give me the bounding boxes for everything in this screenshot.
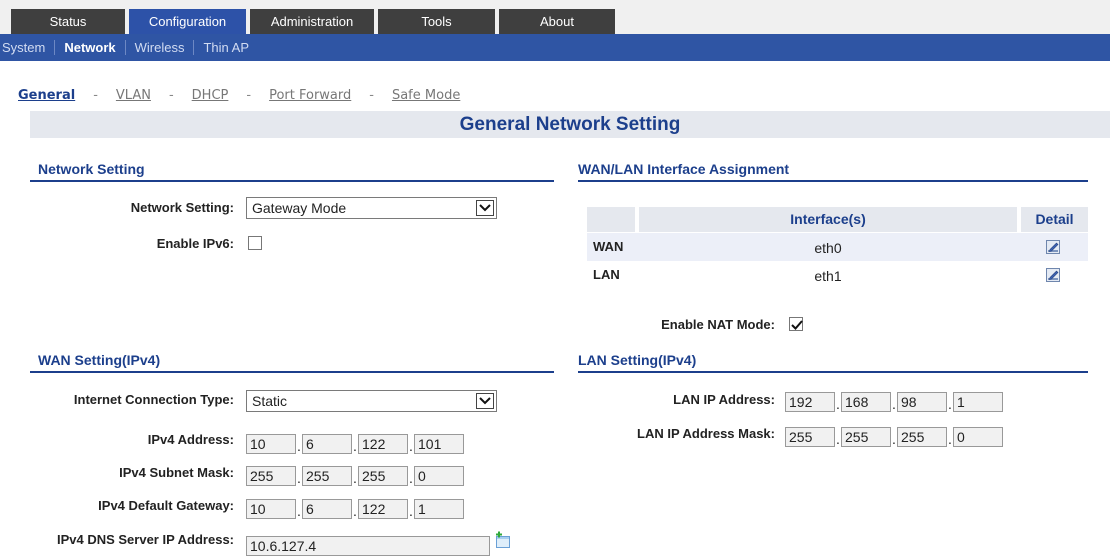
subnet-mask-input: 255 . 255 . 255 . 0 bbox=[246, 466, 464, 486]
subnet-mask-octet-4[interactable]: 0 bbox=[414, 466, 464, 486]
subnav-thin-ap[interactable]: Thin AP bbox=[194, 40, 258, 55]
subnet-mask-octet-2[interactable]: 255 bbox=[302, 466, 352, 486]
lan-mask-label: LAN IP Address Mask: bbox=[637, 426, 775, 441]
table-row: WAN eth0 bbox=[587, 233, 1088, 261]
edit-icon[interactable] bbox=[1045, 267, 1061, 283]
network-setting-heading-text: Network Setting bbox=[38, 161, 145, 177]
gateway-octet-4[interactable]: 1 bbox=[414, 499, 464, 519]
network-setting-label: Network Setting: bbox=[130, 200, 234, 215]
connection-type-select[interactable]: Static bbox=[246, 390, 497, 412]
detail-column-header: Detail bbox=[1021, 207, 1088, 232]
tab-configuration[interactable]: Configuration bbox=[129, 9, 246, 34]
lan-mask-octet-3[interactable]: 255 bbox=[897, 427, 947, 447]
subnav-system[interactable]: System bbox=[0, 40, 56, 55]
subnet-mask-label: IPv4 Subnet Mask: bbox=[119, 465, 234, 480]
lan-mask-octet-4[interactable]: 0 bbox=[953, 427, 1003, 447]
connection-type-value: Static bbox=[252, 393, 288, 409]
default-gateway-label: IPv4 Default Gateway: bbox=[98, 498, 234, 513]
subnet-mask-octet-1[interactable]: 255 bbox=[246, 466, 296, 486]
page-tab-port-forward[interactable]: Port Forward bbox=[269, 88, 351, 103]
tab-about[interactable]: About bbox=[499, 9, 615, 34]
dns-server-label: IPv4 DNS Server IP Address: bbox=[56, 532, 234, 547]
gateway-octet-3[interactable]: 122 bbox=[358, 499, 408, 519]
page-tab-dhcp[interactable]: DHCP bbox=[192, 88, 229, 103]
lan-ip-octet-2[interactable]: 168 bbox=[841, 392, 891, 412]
edit-icon[interactable] bbox=[1045, 239, 1061, 255]
lan-mask-octet-1[interactable]: 255 bbox=[785, 427, 835, 447]
table-header-blank bbox=[587, 207, 635, 232]
tab-administration[interactable]: Administration bbox=[250, 9, 374, 34]
interfaces-column-header: Interface(s) bbox=[639, 207, 1017, 232]
row-name-wan: WAN bbox=[593, 239, 624, 254]
network-mode-select[interactable]: Gateway Mode bbox=[246, 197, 497, 219]
enable-ipv6-checkbox[interactable] bbox=[248, 236, 262, 250]
page-tab-safe-mode[interactable]: Safe Mode bbox=[392, 88, 460, 103]
lan-ip-input: 192 . 168 . 98 . 1 bbox=[785, 392, 1003, 412]
page-tab-vlan[interactable]: VLAN bbox=[116, 88, 151, 103]
interface-table: Interface(s) Detail WAN eth0 LAN eth1 bbox=[587, 207, 1088, 289]
tab-status[interactable]: Status bbox=[11, 9, 125, 34]
page-title: General Network Setting bbox=[30, 111, 1110, 138]
page-tab-general[interactable]: General bbox=[18, 88, 75, 103]
ipv4-address-input: 10 . 6 . 122 . 101 bbox=[246, 434, 464, 454]
row-interface-lan: eth1 bbox=[814, 268, 842, 284]
row-name-lan: LAN bbox=[593, 267, 620, 282]
ipv4-address-octet-3[interactable]: 122 bbox=[358, 434, 408, 454]
row-interface-wan: eth0 bbox=[814, 240, 842, 256]
add-icon[interactable] bbox=[494, 531, 512, 552]
tab-tools[interactable]: Tools bbox=[378, 9, 495, 34]
wan-setting-heading-text: WAN Setting(IPv4) bbox=[38, 352, 161, 368]
tab-separator: - bbox=[369, 87, 374, 103]
subnav-network[interactable]: Network bbox=[55, 40, 126, 55]
gateway-octet-2[interactable]: 6 bbox=[302, 499, 352, 519]
page-tabs: General - VLAN - DHCP - Port Forward - S… bbox=[18, 86, 460, 104]
lan-ip-label: LAN IP Address: bbox=[673, 392, 775, 407]
lan-ip-octet-3[interactable]: 98 bbox=[897, 392, 947, 412]
tab-separator: - bbox=[93, 87, 98, 103]
enable-nat-checkbox[interactable] bbox=[789, 317, 803, 331]
wan-setting-heading: WAN Setting(IPv4) bbox=[30, 351, 554, 373]
sub-nav: System Network Wireless Thin AP bbox=[0, 34, 1110, 61]
lan-ip-octet-1[interactable]: 192 bbox=[785, 392, 835, 412]
connection-type-label: Internet Connection Type: bbox=[73, 392, 234, 407]
check-icon bbox=[791, 320, 803, 330]
wan-lan-assignment-heading-text: WAN/LAN Interface Assignment bbox=[578, 161, 790, 177]
wan-lan-assignment-heading: WAN/LAN Interface Assignment bbox=[578, 160, 1088, 182]
subnav-wireless[interactable]: Wireless bbox=[126, 40, 195, 55]
table-header: Interface(s) Detail bbox=[587, 207, 1088, 233]
lan-mask-octet-2[interactable]: 255 bbox=[841, 427, 891, 447]
enable-ipv6-label: Enable IPv6: bbox=[156, 236, 234, 251]
ipv4-address-octet-1[interactable]: 10 bbox=[246, 434, 296, 454]
table-row: LAN eth1 bbox=[587, 261, 1088, 289]
top-tabs: Status Configuration Administration Tool… bbox=[11, 9, 619, 34]
gateway-octet-1[interactable]: 10 bbox=[246, 499, 296, 519]
ipv4-address-octet-4[interactable]: 101 bbox=[414, 434, 464, 454]
lan-setting-heading-text: LAN Setting(IPv4) bbox=[578, 352, 697, 368]
default-gateway-input: 10 . 6 . 122 . 1 bbox=[246, 499, 464, 519]
ipv4-address-octet-2[interactable]: 6 bbox=[302, 434, 352, 454]
dns-server-input[interactable]: 10.6.127.4 bbox=[246, 536, 490, 556]
network-mode-value: Gateway Mode bbox=[252, 200, 347, 216]
chevron-down-icon bbox=[476, 200, 494, 216]
network-setting-heading: Network Setting bbox=[30, 160, 554, 182]
lan-mask-input: 255 . 255 . 255 . 0 bbox=[785, 427, 1003, 447]
ipv4-address-label: IPv4 Address: bbox=[147, 432, 234, 447]
chevron-down-icon bbox=[476, 393, 494, 409]
top-tab-bar: Status Configuration Administration Tool… bbox=[0, 0, 1110, 34]
subnet-mask-octet-3[interactable]: 255 bbox=[358, 466, 408, 486]
tab-separator: - bbox=[246, 87, 252, 103]
enable-nat-label: Enable NAT Mode: bbox=[661, 317, 775, 332]
lan-setting-heading: LAN Setting(IPv4) bbox=[578, 351, 1088, 373]
lan-ip-octet-4[interactable]: 1 bbox=[953, 392, 1003, 412]
tab-separator: - bbox=[168, 87, 174, 103]
